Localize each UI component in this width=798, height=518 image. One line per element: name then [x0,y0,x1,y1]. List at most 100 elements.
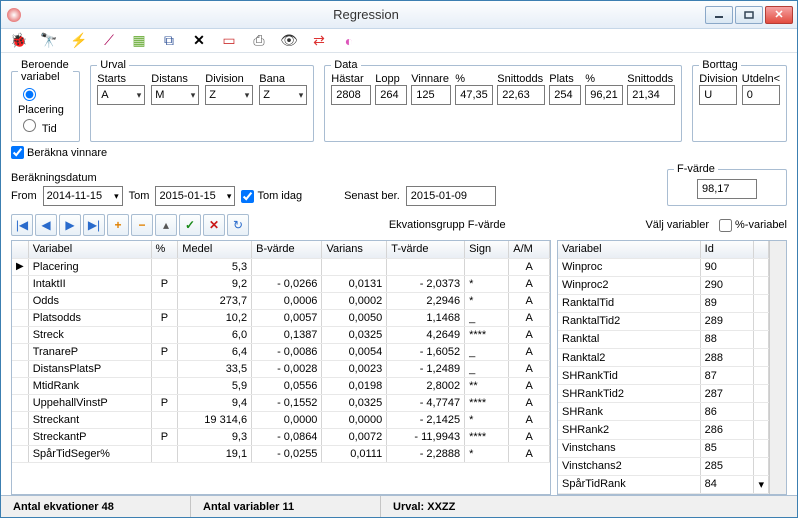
status-selection: Urval: XXZZ [381,496,797,517]
radio-placering[interactable]: Placering [18,85,73,116]
table-row[interactable]: RanktalTid89 [558,294,769,312]
table-row[interactable]: SHRankTid87 [558,367,769,385]
column-header[interactable]: A/M [509,241,550,258]
scrollbar[interactable] [769,241,786,494]
toolbar-print-icon[interactable]: ⎙ [251,33,267,49]
toolbar-bug-icon[interactable]: 🐞 [11,33,27,49]
table-row[interactable]: Winproc2290 [558,276,769,294]
tom-idag-checkbox[interactable]: Tom idag [241,190,302,203]
table-row[interactable]: SpårTidRank84▾ [558,475,769,493]
table-row[interactable]: ▶ Placering5,3 A [12,258,550,275]
next-button[interactable]: ▶ [59,214,81,236]
toolbar-bolt-icon[interactable]: ⚡ [71,33,87,49]
remove-legend: Borttag [699,59,740,71]
column-header[interactable]: Id [700,241,754,258]
table-row[interactable]: Ranktal2288 [558,349,769,367]
table-row[interactable]: SHRankTid2287 [558,385,769,403]
table-row[interactable]: RanktalTid2289 [558,312,769,330]
toolbar: 🐞 🔭 ⚡ ⟋ ▦ ⧉ ✕ ▭ ⎙ 👁 ⇄ ◐ [1,29,797,53]
toolbar-swap-icon[interactable]: ⇄ [311,33,327,49]
toolbar-erase-icon[interactable]: ◐ [341,33,357,49]
column-header[interactable]: Varians [322,241,387,258]
table-row[interactable]: Vinstchans2285 [558,457,769,475]
table-row[interactable]: PlatsoddsP10,2 0,00570,00501,1468 _A [12,309,550,326]
cancel-button[interactable]: ✕ [203,214,225,236]
data-col-value: 264 [375,85,407,105]
commit-button[interactable]: ✓ [179,214,201,236]
last-button[interactable]: ▶| [83,214,105,236]
data-group: Data Hästar 2808Lopp 264Vinnare 125% 47,… [324,59,682,142]
data-col-label: Snittodds [497,73,545,85]
f-value-input[interactable]: 98,17 [697,179,757,199]
column-header[interactable]: Variabel [28,241,151,258]
borttag-division-label: Division [699,73,738,85]
borttag-utdeln-label: Utdeln< [742,73,780,85]
starts-combo[interactable]: A▾ [97,85,145,105]
table-row[interactable]: UppehallVinstPP9,4 - 0,15520,0325- 4,774… [12,394,550,411]
pct-variable-checkbox[interactable]: %-variabel [719,219,787,232]
table-row[interactable]: StreckantPP9,3 - 0,08640,0072- 11,9943 *… [12,428,550,445]
column-header[interactable]: B-värde [252,241,322,258]
column-header[interactable]: % [151,241,178,258]
edit-button[interactable]: ▴ [155,214,177,236]
table-row[interactable]: Vinstchans85 [558,439,769,457]
f-value-legend: F-värde [674,163,718,175]
left-grid[interactable]: Variabel%MedelB-värdeVariansT-värdeSignA… [11,240,551,495]
column-header[interactable]: Medel [178,241,252,258]
table-row[interactable]: Odds273,7 0,00060,00022,2946 *A [12,292,550,309]
calculate-winner-checkbox[interactable]: Beräkna vinnare [11,146,787,159]
from-date-input[interactable]: 2014-11-15▾ [43,186,123,206]
table-row[interactable]: Streck6,0 0,13870,03254,2649 ****A [12,326,550,343]
minimize-button[interactable] [705,6,733,24]
table-row[interactable]: SHRank2286 [558,421,769,439]
table-row[interactable]: Ranktal88 [558,330,769,348]
first-button[interactable]: |◀ [11,214,33,236]
division-combo[interactable]: Z▾ [205,85,253,105]
toolbar-binoculars-icon[interactable]: 🔭 [41,33,57,49]
table-row[interactable]: SpårTidSeger%19,1 - 0,02550,0111- 2,2888… [12,445,550,462]
table-row[interactable]: Winproc90 [558,258,769,276]
data-col-label: Plats [549,73,581,85]
column-header[interactable]: Sign [465,241,509,258]
right-grid[interactable]: VariabelId Winproc90Winproc2290RanktalTi… [557,240,787,495]
tom-label: Tom [129,190,150,202]
toolbar-tables-icon[interactable]: ▦ [131,33,147,49]
radio-tid[interactable]: Tid [18,116,73,135]
toolbar-eye-icon[interactable]: 👁 [281,33,297,49]
table-row[interactable]: Streckant19 314,6 0,00000,0000- 2,1425 *… [12,411,550,428]
tom-date-input[interactable]: 2015-01-15▾ [155,186,235,206]
close-button[interactable]: ✕ [765,6,793,24]
f-value-group: F-värde 98,17 [667,163,787,206]
table-row[interactable]: SHRank86 [558,403,769,421]
window-title: Regression [27,7,705,22]
table-row[interactable]: MtidRank5,9 0,05560,01982,8002 **A [12,377,550,394]
table-row[interactable]: TranarePP6,4 - 0,00860,0054- 1,6052 _A [12,343,550,360]
calc-date-label: Beräkningsdatum [11,172,657,184]
division-label: Division [205,73,253,85]
distans-combo[interactable]: M▾ [151,85,199,105]
refresh-button[interactable]: ↻ [227,214,249,236]
borttag-division-input[interactable]: U [699,85,737,105]
senast-label: Senast ber. [344,190,400,202]
eq-group-label: Ekvationsgrupp F-värde [259,219,635,231]
toolbar-form-icon[interactable]: ▭ [221,33,237,49]
bana-combo[interactable]: Z▾ [259,85,307,105]
maximize-button[interactable] [735,6,763,24]
data-col-value: 96,21 [585,85,623,105]
remove-button[interactable]: − [131,214,153,236]
data-col-label: Hästar [331,73,371,85]
borttag-utdeln-input[interactable]: 0 [742,85,780,105]
distans-label: Distans [151,73,199,85]
data-col-label: % [455,73,493,85]
toolbar-wand-icon[interactable]: ⟋ [101,33,117,49]
column-header[interactable]: Variabel [558,241,700,258]
toolbar-delete-icon[interactable]: ✕ [191,33,207,49]
toolbar-copy-icon[interactable]: ⧉ [161,33,177,49]
table-row[interactable]: IntaktIIP9,2 - 0,02660,0131- 2,0373 *A [12,275,550,292]
data-col-value: 47,35 [455,85,493,105]
prev-button[interactable]: ◀ [35,214,57,236]
column-header[interactable]: T-värde [387,241,465,258]
add-button[interactable]: + [107,214,129,236]
status-bar: Antal ekvationer 48 Antal variabler 11 U… [1,495,797,517]
table-row[interactable]: DistansPlatsP33,5 - 0,00280,0023- 1,2489… [12,360,550,377]
